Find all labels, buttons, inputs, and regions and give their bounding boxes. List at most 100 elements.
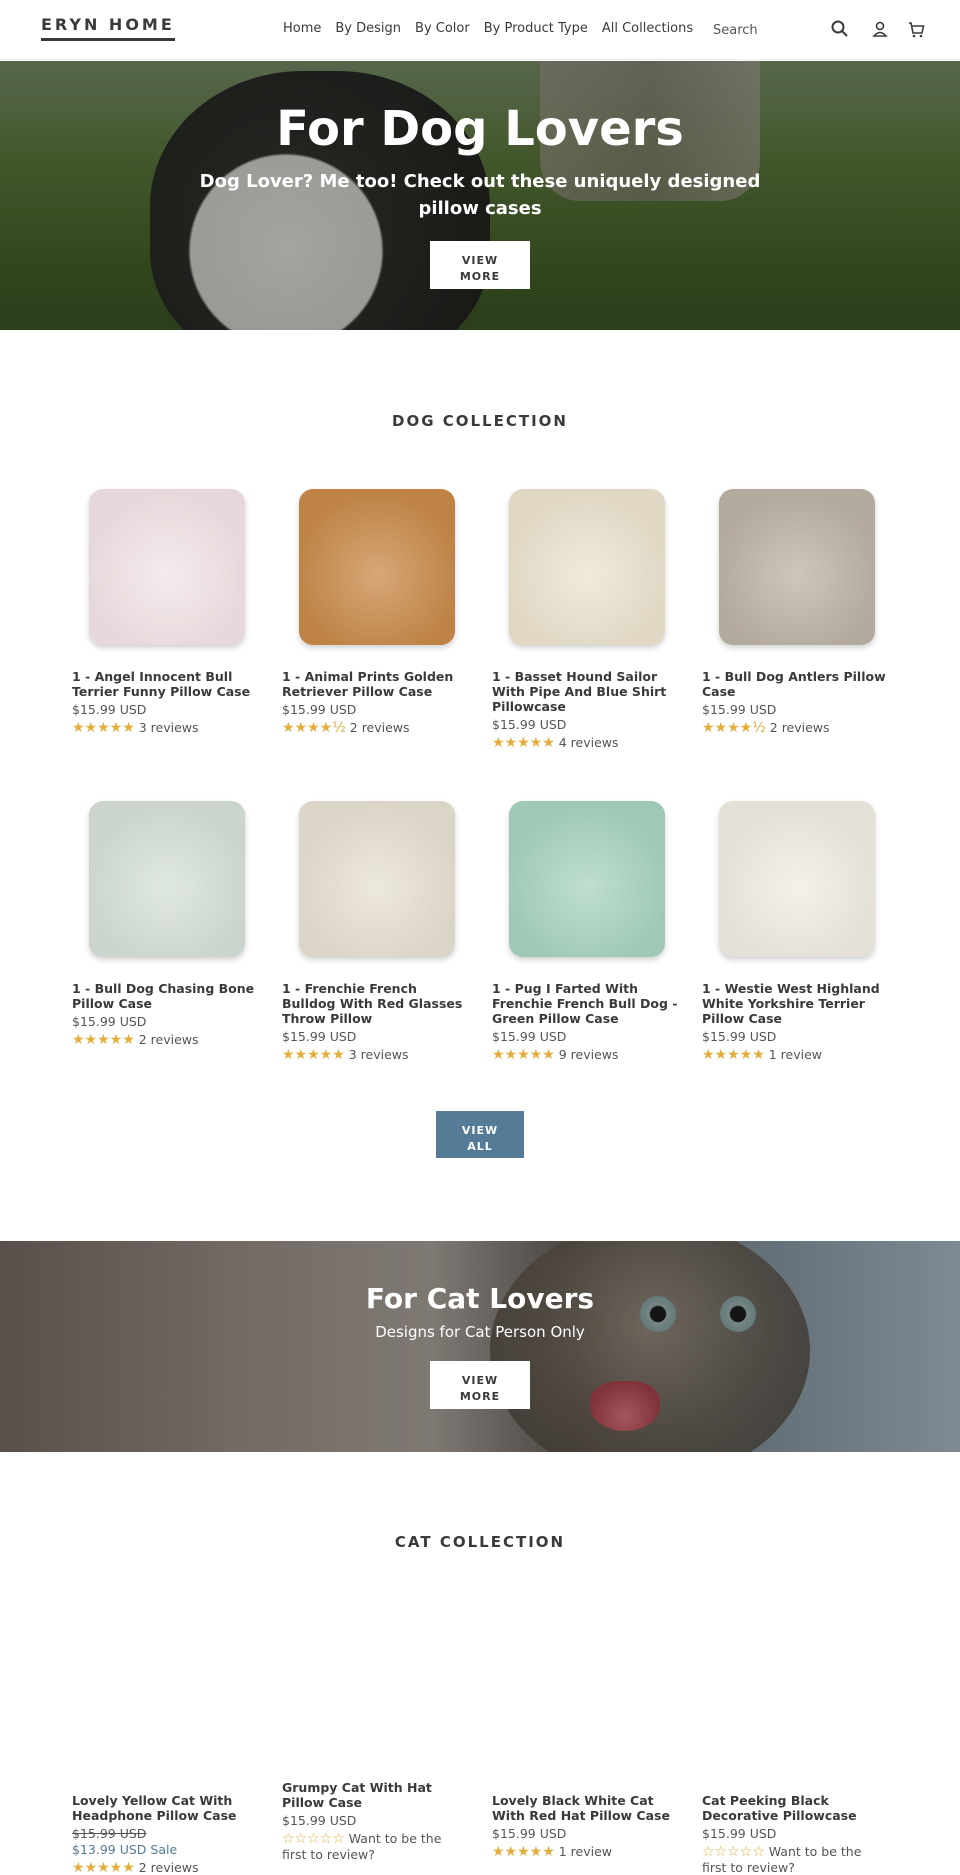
product-image[interactable] xyxy=(492,475,682,665)
product-info: 1 - Angel Innocent Bull Terrier Funny Pil… xyxy=(72,669,267,736)
product-title[interactable]: 1 - Frenchie French Bulldog With Red Glas… xyxy=(282,981,477,1026)
cart-icon[interactable] xyxy=(905,18,927,40)
product-image[interactable] xyxy=(72,787,262,977)
product-title[interactable]: 1 - Westie West Highland White Yorkshire … xyxy=(702,981,897,1026)
product-image[interactable] xyxy=(72,475,262,665)
product-title-line: Decorative Pillowcase xyxy=(702,1808,857,1823)
product-image[interactable] xyxy=(492,787,682,977)
product-title-line: Frenchie French Bull Dog - xyxy=(492,996,678,1011)
product-image[interactable] xyxy=(702,787,892,977)
review-prompt: Want to be the xyxy=(348,1831,442,1846)
review-count: 3 reviews xyxy=(348,1047,409,1062)
product-compare-price: $15.99 USD xyxy=(72,1826,147,1841)
review-count: 1 review xyxy=(558,1844,613,1859)
product-title-line: Pillow Case xyxy=(282,1795,363,1810)
product-title-line: Case xyxy=(702,684,736,699)
star-rating-icon: ★★★★★ xyxy=(702,1047,765,1063)
product-title[interactable]: 1 - Animal Prints Golden Retriever Pillow… xyxy=(282,669,477,699)
product-title-line: Grumpy Cat With Hat xyxy=(282,1780,432,1795)
review-count: 1 review xyxy=(768,1047,823,1062)
product-price: $15.99 USD xyxy=(702,702,777,717)
product-reviews: ★★★★★ 3 reviews xyxy=(72,720,267,736)
product-title-line: Throw Pillow xyxy=(282,1011,373,1026)
pillow-image xyxy=(89,801,245,957)
cat-lovers-banner: For Cat Lovers Designs for Cat Person On… xyxy=(0,1241,960,1452)
product-title[interactable]: Lovely Yellow Cat With Headphone Pillow … xyxy=(72,1793,267,1823)
product-title[interactable]: 1 - Bull Dog Antlers Pillow Case xyxy=(702,669,897,699)
review-count: 2 reviews xyxy=(349,720,410,735)
account-icon[interactable] xyxy=(869,18,891,40)
pillow-image xyxy=(89,489,245,645)
product-title[interactable]: Cat Peeking Black Decorative Pillowcase xyxy=(702,1793,897,1823)
cat-product-info: Grumpy Cat With Hat Pillow Case $15.99 U… xyxy=(282,1780,477,1863)
cat-view-more-button[interactable]: VIEW MORE xyxy=(430,1361,530,1409)
product-title-line: 1 - Bull Dog Chasing Bone xyxy=(72,981,255,996)
product-reviews: ★★★★½ 2 reviews xyxy=(282,720,477,736)
cat-view-more-label-1: VIEW xyxy=(461,1374,499,1387)
product-title[interactable]: Lovely Black White Cat With Red Hat Pill… xyxy=(492,1793,687,1823)
star-rating-icon: ★★★★½ xyxy=(702,720,766,736)
product-title[interactable]: 1 - Basset Hound Sailor With Pipe And Blu… xyxy=(492,669,687,714)
search-icon[interactable] xyxy=(829,18,851,40)
product-title-line: With Pipe And Blue Shirt xyxy=(492,684,667,699)
dog-lovers-banner: For Dog Lovers Dog Lover? Me too! Check … xyxy=(0,61,960,330)
nav-by-color[interactable]: By Color xyxy=(415,21,470,36)
pillow-image xyxy=(509,489,665,645)
product-price: $15.99 USD xyxy=(282,1029,357,1044)
product-info: 1 - Westie West Highland White Yorkshire … xyxy=(702,981,897,1063)
product-title-line: 1 - Animal Prints Golden xyxy=(282,669,454,684)
product-image[interactable] xyxy=(282,475,472,665)
nav-home[interactable]: Home xyxy=(283,21,321,36)
product-title-line: Headphone Pillow Case xyxy=(72,1808,237,1823)
review-prompt-line2: first to review? xyxy=(702,1860,795,1875)
star-rating-empty-icon: ☆☆☆☆☆ xyxy=(282,1831,345,1847)
product-info: 1 - Basset Hound Sailor With Pipe And Blu… xyxy=(492,669,687,751)
product-price: $15.99 USD xyxy=(282,702,357,717)
cat-hero-overlay xyxy=(0,1241,960,1452)
product-image[interactable] xyxy=(702,475,892,665)
dog-hero-title: For Dog Lovers xyxy=(276,101,684,157)
product-info: 1 - Pug I Farted With Frenchie French Bul… xyxy=(492,981,687,1063)
product-title[interactable]: 1 - Angel Innocent Bull Terrier Funny Pil… xyxy=(72,669,267,699)
product-title[interactable]: 1 - Bull Dog Chasing Bone Pillow Case xyxy=(72,981,267,1011)
product-price: $15.99 USD xyxy=(492,717,567,732)
product-title-line: Green Pillow Case xyxy=(492,1011,619,1026)
product-title-line: Cat Peeking Black xyxy=(702,1793,829,1808)
dog-view-more-label-2: MORE xyxy=(459,270,501,283)
dog-view-more-label-1: VIEW xyxy=(461,254,499,267)
nav-by-product-type[interactable]: By Product Type xyxy=(484,21,588,36)
main-nav: Home By Design By Color By Product Type … xyxy=(283,21,707,36)
product-sale-price-row: $13.99 USD Sale xyxy=(72,1842,267,1858)
cat-hero-subtitle: Designs for Cat Person Only xyxy=(375,1323,585,1341)
product-title[interactable]: 1 - Pug I Farted With Frenchie French Bul… xyxy=(492,981,687,1026)
dog-view-more-button[interactable]: VIEW MORE xyxy=(430,241,530,289)
product-title-line: Retriever Pillow Case xyxy=(282,684,433,699)
star-rating-icon: ★★★★★ xyxy=(72,1860,135,1875)
pillow-image xyxy=(719,801,875,957)
cat-product-info: Lovely Black White Cat With Red Hat Pill… xyxy=(492,1793,687,1860)
product-reviews: ☆☆☆☆☆ Want to be the first to review? xyxy=(702,1844,897,1875)
product-title[interactable]: Grumpy Cat With Hat Pillow Case xyxy=(282,1780,477,1810)
product-title-line: Pillow Case xyxy=(72,996,153,1011)
product-title-line: White Yorkshire Terrier xyxy=(702,996,865,1011)
product-price: $15.99 USD xyxy=(72,1014,147,1029)
view-all-button[interactable]: VIEW ALL xyxy=(436,1111,524,1158)
product-reviews: ★★★★★ 2 reviews xyxy=(72,1860,267,1875)
site-logo[interactable]: ERYN HOME xyxy=(41,15,175,41)
product-price: $15.99 USD xyxy=(72,702,147,717)
product-title-line: Pillow Case xyxy=(702,1011,783,1026)
dog-hero-subtitle-line2: pillow cases xyxy=(418,198,542,219)
star-rating-empty-icon: ☆☆☆☆☆ xyxy=(702,1844,765,1860)
product-sale-price: $13.99 USD xyxy=(72,1842,147,1857)
nav-by-design[interactable]: By Design xyxy=(335,21,401,36)
product-title-line: Pillowcase xyxy=(492,699,566,714)
product-price: $15.99 USD xyxy=(492,1826,567,1841)
product-reviews: ★★★★★ 9 reviews xyxy=(492,1047,687,1063)
nav-all-collections[interactable]: All Collections xyxy=(602,21,693,36)
product-reviews: ★★★★½ 2 reviews xyxy=(702,720,897,736)
cat-view-more-label-2: MORE xyxy=(459,1390,501,1403)
product-image[interactable] xyxy=(282,787,472,977)
pillow-image xyxy=(719,489,875,645)
product-reviews: ☆☆☆☆☆ Want to be the first to review? xyxy=(282,1831,477,1863)
product-reviews: ★★★★★ 3 reviews xyxy=(282,1047,477,1063)
